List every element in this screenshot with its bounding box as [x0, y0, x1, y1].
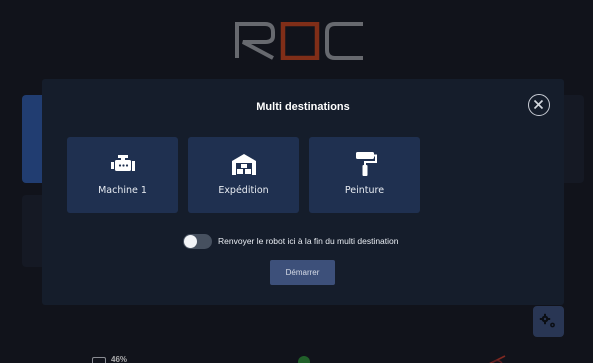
toggle-knob — [184, 235, 197, 248]
app-background: 46% Multi destinations Machine 1 Expédit… — [0, 0, 593, 363]
destination-peinture[interactable]: Peinture — [309, 137, 420, 213]
close-button[interactable] — [528, 94, 550, 116]
return-robot-toggle[interactable] — [183, 234, 212, 249]
dialog-title: Multi destinations — [256, 101, 350, 113]
destination-label: Machine 1 — [98, 185, 147, 196]
return-robot-label: Renvoyer le robot ici à la fin du multi … — [218, 236, 399, 246]
destination-expedition[interactable]: Expédition — [188, 137, 299, 213]
close-icon — [533, 99, 544, 110]
destination-label: Peinture — [344, 185, 385, 196]
engine-icon — [110, 155, 135, 171]
start-button[interactable]: Démarrer — [270, 260, 335, 285]
warehouse-icon — [231, 154, 256, 175]
paint-roller-icon — [355, 152, 377, 176]
destination-label: Expédition — [218, 185, 269, 196]
destination-machine-1[interactable]: Machine 1 — [67, 137, 178, 213]
return-option-row: Renvoyer le robot ici à la fin du multi … — [42, 234, 564, 250]
multi-destinations-dialog: Multi destinations Machine 1 Expédition … — [42, 79, 564, 305]
